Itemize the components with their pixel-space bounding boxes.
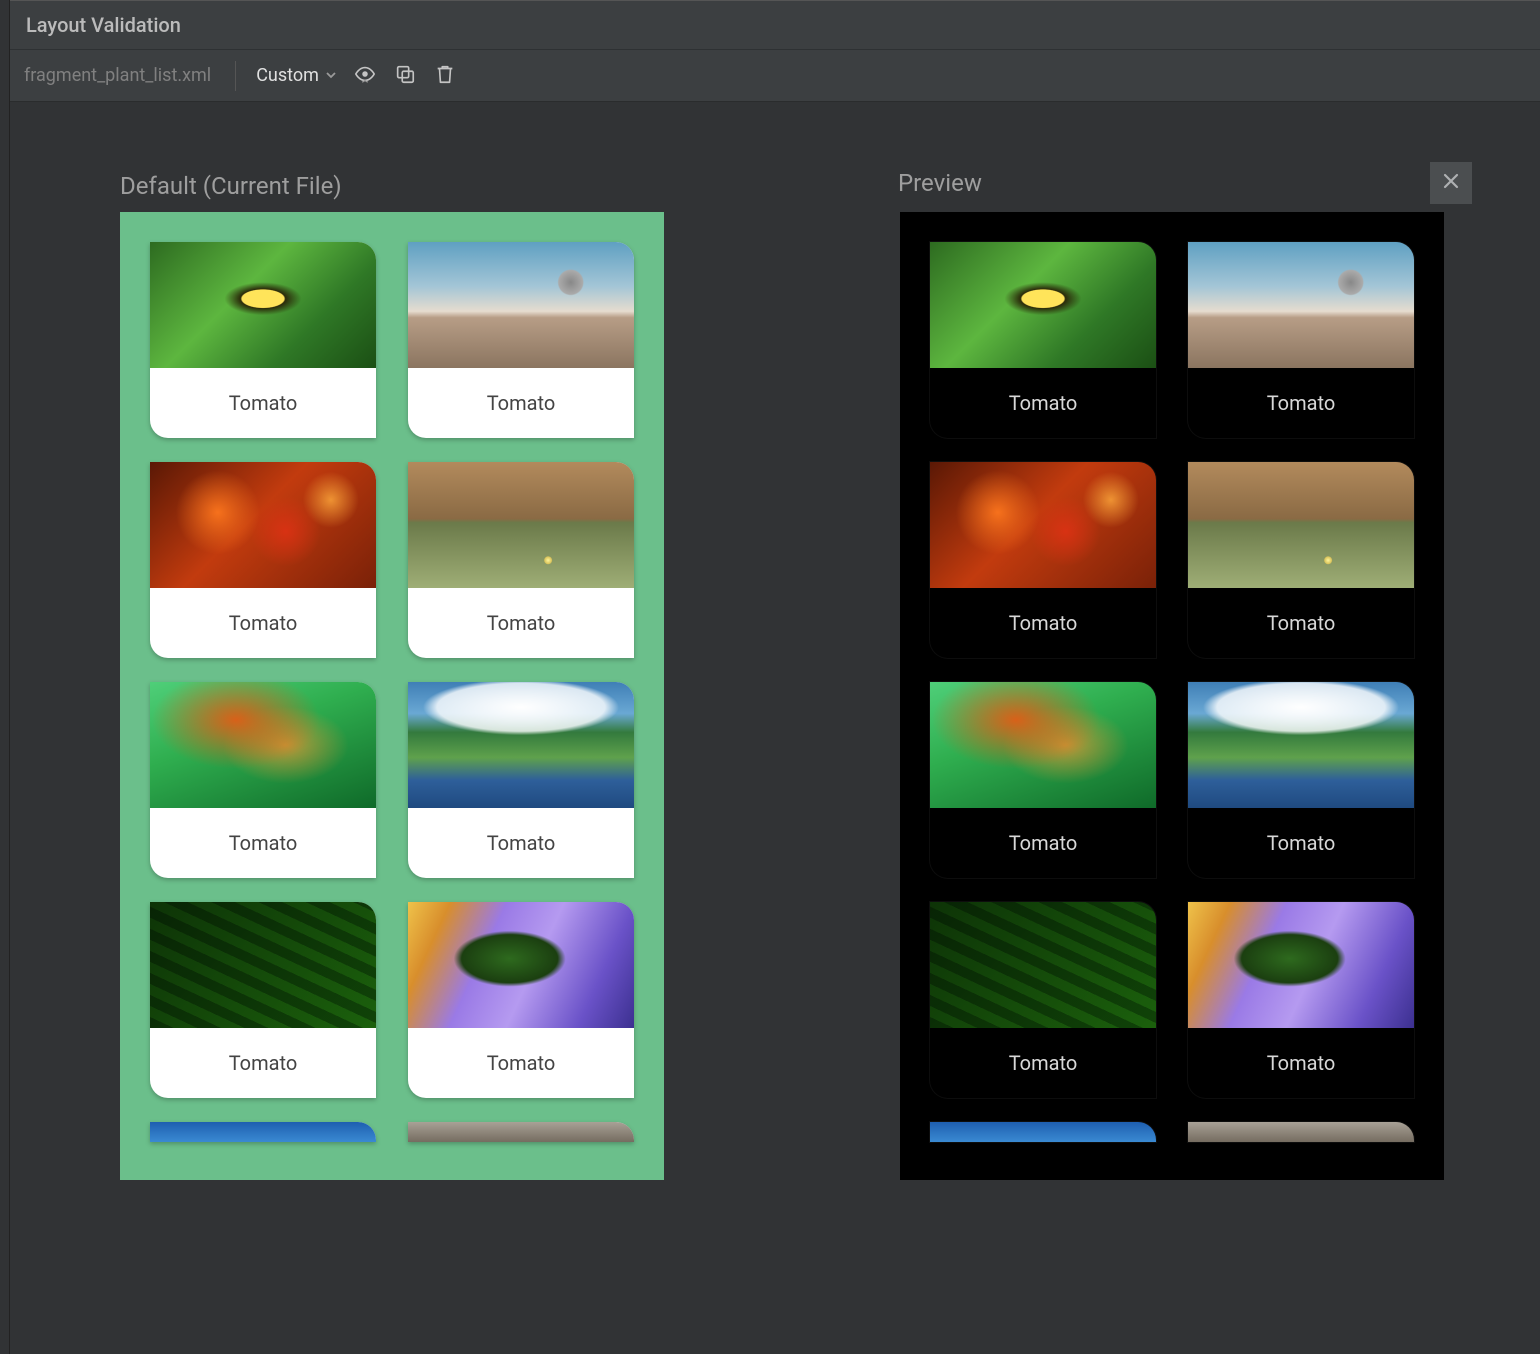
plant-thumb (1188, 1122, 1414, 1142)
plant-card[interactable]: Tomato (1188, 462, 1414, 658)
plant-label: Tomato (1188, 368, 1414, 438)
plant-card[interactable]: Tomato (408, 462, 634, 658)
filename-label: fragment_plant_list.xml (22, 65, 221, 86)
delete-button[interactable] (427, 58, 463, 94)
plant-label: Tomato (930, 1028, 1156, 1098)
plant-thumb (408, 1122, 634, 1142)
plant-card[interactable]: Tomato (1188, 902, 1414, 1098)
toolbar: fragment_plant_list.xml Custom (10, 50, 1540, 102)
plant-thumb (1188, 462, 1414, 588)
plant-card[interactable]: Tomato (150, 682, 376, 878)
plant-thumb (1188, 682, 1414, 808)
plant-thumb (1188, 902, 1414, 1028)
left-tool-strip (0, 0, 10, 1354)
mode-dropdown[interactable]: Custom (250, 61, 343, 90)
plant-card[interactable]: Tomato (408, 242, 634, 438)
plant-label: Tomato (1188, 808, 1414, 878)
plant-label: Tomato (150, 588, 376, 658)
copy-button[interactable] (387, 58, 423, 94)
plant-thumb (930, 902, 1156, 1028)
content-area: Default (Current File) Preview Tomato To… (10, 102, 1540, 1354)
plant-card[interactable]: Tomato (1188, 242, 1414, 438)
plant-card[interactable]: Tomato (930, 462, 1156, 658)
chevron-down-icon (325, 65, 337, 86)
plant-card[interactable]: Tomato (408, 902, 634, 1098)
plant-label: Tomato (150, 368, 376, 438)
eye-icon (354, 63, 376, 89)
default-panel-label: Default (Current File) (120, 172, 342, 200)
plant-card[interactable]: Tomato (930, 902, 1156, 1098)
copy-icon (394, 63, 416, 89)
plant-thumb (150, 1122, 376, 1142)
plant-thumb (930, 682, 1156, 808)
close-icon (1441, 171, 1461, 195)
plant-label: Tomato (930, 808, 1156, 878)
plant-card[interactable]: Tomato (150, 462, 376, 658)
plant-card[interactable]: Tomato (1188, 682, 1414, 878)
plant-card[interactable]: Tomato (150, 242, 376, 438)
preview-device-preview[interactable]: Tomato Tomato Tomato Tomato Tomato (900, 212, 1444, 1180)
plant-thumb (930, 242, 1156, 368)
plant-label: Tomato (408, 368, 634, 438)
default-device-preview[interactable]: Tomato Tomato Tomato Tomato Tomato (120, 212, 664, 1180)
toolbar-divider (235, 61, 236, 91)
plant-thumb (1188, 242, 1414, 368)
plant-card[interactable] (930, 1122, 1156, 1142)
plant-thumb (150, 682, 376, 808)
plant-thumb (408, 462, 634, 588)
plant-card[interactable]: Tomato (150, 902, 376, 1098)
plant-label: Tomato (408, 808, 634, 878)
plant-label: Tomato (408, 1028, 634, 1098)
plant-card[interactable] (1188, 1122, 1414, 1142)
plant-thumb (408, 242, 634, 368)
plant-label: Tomato (930, 588, 1156, 658)
plant-card[interactable]: Tomato (930, 682, 1156, 878)
close-preview-button[interactable] (1430, 162, 1472, 204)
panel-titlebar: Layout Validation (10, 0, 1540, 50)
visibility-button[interactable] (347, 58, 383, 94)
plant-label: Tomato (150, 1028, 376, 1098)
plant-label: Tomato (930, 368, 1156, 438)
plant-thumb (150, 902, 376, 1028)
plant-thumb (150, 462, 376, 588)
plant-thumb (930, 462, 1156, 588)
plant-label: Tomato (1188, 588, 1414, 658)
plant-thumb (408, 682, 634, 808)
plant-card[interactable]: Tomato (930, 242, 1156, 438)
plant-label: Tomato (150, 808, 376, 878)
plant-label: Tomato (408, 588, 634, 658)
mode-dropdown-label: Custom (256, 65, 319, 86)
plant-card[interactable] (150, 1122, 376, 1142)
plant-thumb (150, 242, 376, 368)
plant-card[interactable]: Tomato (408, 682, 634, 878)
panel-title: Layout Validation (26, 13, 181, 37)
plant-thumb (930, 1122, 1156, 1142)
plant-label: Tomato (1188, 1028, 1414, 1098)
plant-thumb (408, 902, 634, 1028)
plant-card[interactable] (408, 1122, 634, 1142)
trash-icon (434, 63, 456, 89)
preview-panel-label: Preview (898, 169, 982, 197)
